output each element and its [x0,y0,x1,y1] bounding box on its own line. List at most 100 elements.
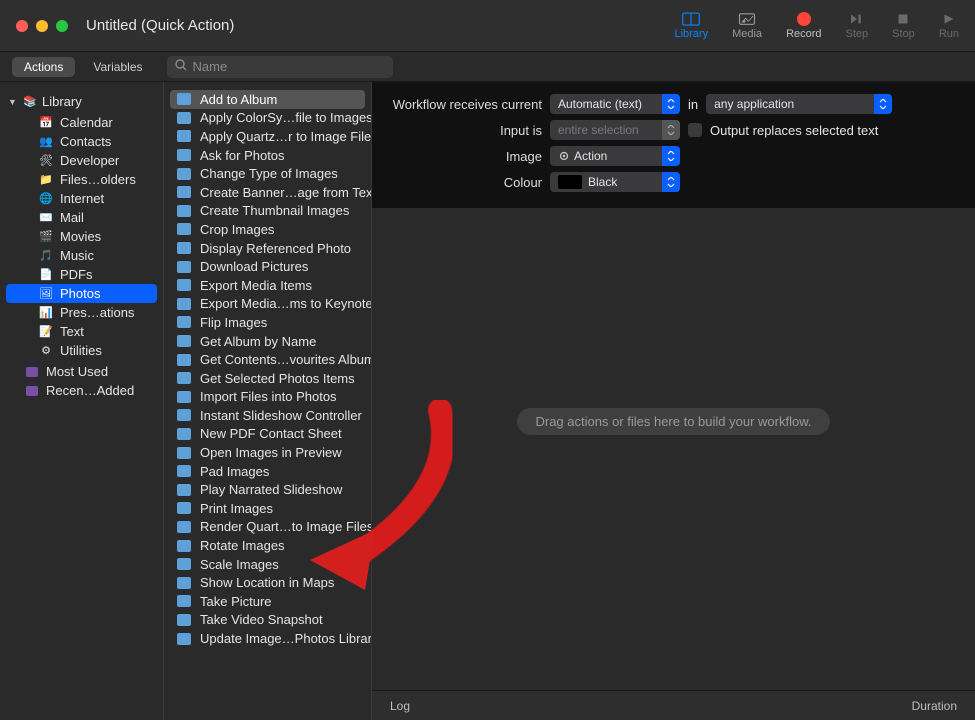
action-item[interactable]: Export Media…ms to Keynote [170,295,365,314]
action-icon [176,483,192,497]
action-icon [176,129,192,143]
action-item[interactable]: Export Media Items [170,276,365,295]
zoom-icon[interactable] [56,20,68,32]
action-item[interactable]: Crop Images [170,220,365,239]
sidebar-smart-recen-added[interactable]: Recen…Added [6,381,157,400]
run-toolbar-button[interactable]: Run [939,12,959,40]
action-item[interactable]: Scale Images [170,555,365,574]
action-item[interactable]: Take Picture [170,592,365,611]
action-item[interactable]: Display Referenced Photo [170,239,365,258]
action-icon [176,111,192,125]
sidebar-item-movies[interactable]: 🎬Movies [6,227,157,246]
in-dropdown[interactable]: any application [706,94,892,114]
action-label: Flip Images [200,315,267,330]
action-icon [176,557,192,571]
action-label: Add to Album [200,92,277,107]
action-item[interactable]: Create Banner…age from Text [170,183,365,202]
action-item[interactable]: Take Video Snapshot [170,611,365,630]
tabs-row: Actions Variables Name [0,52,975,82]
record-icon [797,12,811,26]
action-icon [176,222,192,236]
sidebar-item-pres-ations[interactable]: 📊Pres…ations [6,303,157,322]
receives-label: Workflow receives current [388,97,542,112]
dropdown-caret-icon [662,172,680,192]
colour-dropdown[interactable]: Black [550,172,680,192]
library-header[interactable]: ▼ 📚 Library [6,90,157,113]
sidebar-item-developer[interactable]: 🛠Developer [6,151,157,170]
action-item[interactable]: Ask for Photos [170,146,365,165]
sidebar-item-text[interactable]: 📝Text [6,322,157,341]
action-icon [176,297,192,311]
dropdown-caret-icon [662,120,680,140]
action-item[interactable]: Update Image…Photos Library [170,629,365,648]
action-item[interactable]: Get Contents…vourites Album [170,350,365,369]
action-item[interactable]: Add to Album [170,90,365,109]
sidebar-item-utilities[interactable]: ⚙Utilities [6,341,157,360]
action-item[interactable]: Pad Images [170,462,365,481]
action-item[interactable]: Flip Images [170,313,365,332]
record-toolbar-button[interactable]: Record [786,12,821,40]
action-item[interactable]: Get Selected Photos Items [170,369,365,388]
workflow-canvas[interactable]: Drag actions or files here to build your… [372,208,975,690]
run-toolbar-label: Run [939,28,959,40]
sidebar-item-internet[interactable]: 🌐Internet [6,189,157,208]
action-label: Take Video Snapshot [200,612,323,627]
action-item[interactable]: Rotate Images [170,536,365,555]
sidebar-item-files-olders[interactable]: 📁Files…olders [6,170,157,189]
action-label: Export Media…ms to Keynote [200,296,372,311]
library-toolbar-button[interactable]: Library [674,12,708,40]
log-label[interactable]: Log [390,699,410,713]
sidebar-item-label: Calendar [60,115,113,130]
action-item[interactable]: Instant Slideshow Controller [170,406,365,425]
action-item[interactable]: Print Images [170,499,365,518]
smart-folder-icon [24,384,40,398]
action-item[interactable]: Play Narrated Slideshow [170,480,365,499]
action-label: Scale Images [200,557,279,572]
action-icon [176,520,192,534]
action-label: Ask for Photos [200,148,285,163]
step-toolbar-button[interactable]: Step [846,12,869,40]
sidebar-item-music[interactable]: 🎵Music [6,246,157,265]
output-replaces-checkbox[interactable] [688,123,702,137]
tab-actions[interactable]: Actions [12,57,75,77]
sidebar-item-mail[interactable]: ✉️Mail [6,208,157,227]
sidebar-item-photos[interactable]: 🖼Photos [6,284,157,303]
action-item[interactable]: Open Images in Preview [170,443,365,462]
sidebar-item-icon: ✉️ [38,211,54,225]
action-item[interactable]: Render Quart…to Image Files [170,518,365,537]
image-dropdown[interactable]: Action [550,146,680,166]
media-toolbar-label: Media [732,28,762,40]
sidebar-item-label: Internet [60,191,104,206]
receives-dropdown[interactable]: Automatic (text) [550,94,680,114]
action-item[interactable]: Download Pictures [170,257,365,276]
action-icon [176,632,192,646]
action-item[interactable]: Apply Quartz…r to Image Files [170,127,365,146]
action-item[interactable]: Apply ColorSy…file to Images [170,109,365,128]
action-item[interactable]: Create Thumbnail Images [170,202,365,221]
action-label: Render Quart…to Image Files [200,519,372,534]
image-label: Image [388,149,542,164]
close-icon[interactable] [16,20,28,32]
action-icon [176,501,192,515]
library-toolbar-label: Library [674,28,708,40]
sidebar-item-calendar[interactable]: 📅Calendar [6,113,157,132]
action-label: Import Files into Photos [200,389,337,404]
tab-variables[interactable]: Variables [81,57,154,77]
sidebar-smart-most-used[interactable]: Most Used [6,362,157,381]
action-item[interactable]: Get Album by Name [170,332,365,351]
stop-toolbar-button[interactable]: Stop [892,12,915,40]
action-icon [176,315,192,329]
action-item[interactable]: New PDF Contact Sheet [170,425,365,444]
action-item[interactable]: Show Location in Maps [170,573,365,592]
sidebar-item-contacts[interactable]: 👥Contacts [6,132,157,151]
sidebar-item-label: Files…olders [60,172,136,187]
dropdown-caret-icon [662,94,680,114]
sidebar-item-pdfs[interactable]: 📄PDFs [6,265,157,284]
action-label: Get Selected Photos Items [200,371,355,386]
minimize-icon[interactable] [36,20,48,32]
media-toolbar-button[interactable]: Media [732,12,762,40]
search-input[interactable]: Name [167,56,393,78]
action-item[interactable]: Change Type of Images [170,164,365,183]
action-item[interactable]: Import Files into Photos [170,388,365,407]
workflow-options: Workflow receives current Automatic (tex… [372,82,975,208]
